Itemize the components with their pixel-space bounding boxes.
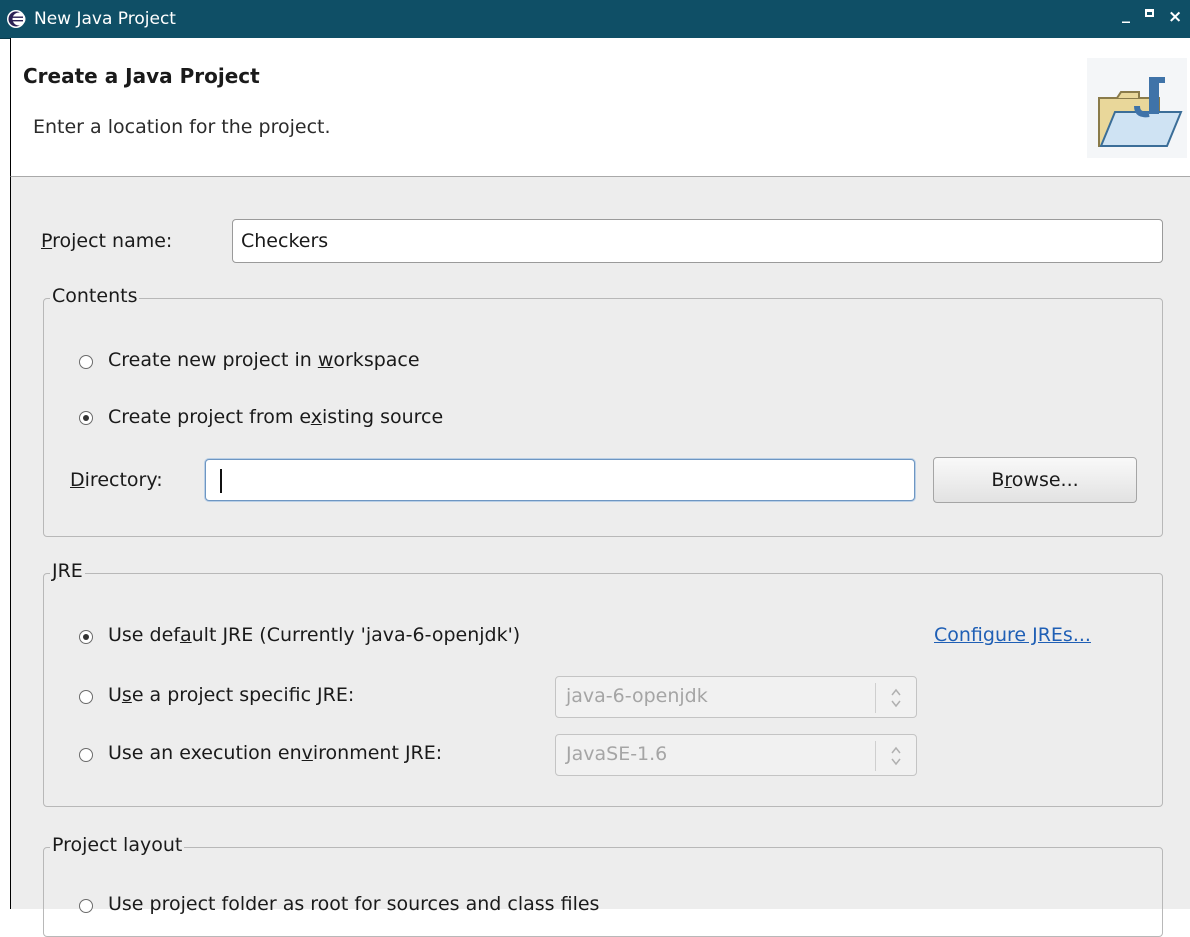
use-default-jre-radio[interactable] [79,630,93,644]
create-from-existing-source-radio[interactable] [79,411,93,425]
project-name-label: Project name: [41,230,173,252]
minimize-button[interactable]: _ [1122,4,1130,23]
wizard-header: Create a Java Project Enter a location f… [10,38,1190,177]
execution-environment-value: JavaSE-1.6 [566,743,668,765]
project-name-input[interactable] [232,219,1163,263]
combo-separator [875,683,876,713]
project-specific-jre-select[interactable]: java-6-openjdk [555,676,917,718]
maximize-button[interactable] [1145,9,1154,17]
browse-button[interactable]: Browse... [933,457,1137,503]
contents-group-legend: Contents [50,285,140,307]
combo-separator [875,741,876,771]
use-execution-environment-jre-label[interactable]: Use an execution environment JRE: [108,742,442,764]
up-down-arrows-icon [891,688,901,708]
close-button[interactable]: × [1168,7,1182,27]
project-specific-jre-value: java-6-openjdk [566,685,708,707]
directory-label: Directory: [70,469,163,491]
jre-group-legend: JRE [50,560,85,582]
use-project-specific-jre-label[interactable]: Use a project specific JRE: [108,684,354,706]
create-from-existing-source-label[interactable]: Create project from existing source [108,406,443,428]
eclipse-app-icon [7,10,26,28]
wizard-page-title: Create a Java Project [23,64,260,88]
create-in-workspace-radio[interactable] [79,355,93,369]
directory-input[interactable] [205,459,915,501]
window-title: New Java Project [34,9,176,29]
project-layout-group-legend: Project layout [50,834,185,856]
use-execution-environment-jre-radio[interactable] [79,748,93,762]
configure-jres-link[interactable]: Configure JREs... [934,624,1091,646]
use-default-jre-label[interactable]: Use default JRE (Currently 'java-6-openj… [108,624,520,646]
text-cursor [220,469,222,493]
execution-environment-select[interactable]: JavaSE-1.6 [555,734,917,776]
use-project-folder-as-root-label[interactable]: Use project folder as root for sources a… [108,893,599,915]
window-titlebar: New Java Project _ × [0,0,1190,39]
wizard-page-message: Enter a location for the project. [33,116,331,138]
project-layout-group: Project layout [43,834,1163,937]
create-in-workspace-label[interactable]: Create new project in workspace [108,349,420,371]
java-project-folder-icon [1087,58,1187,158]
up-down-arrows-icon [891,746,901,766]
use-project-folder-as-root-radio[interactable] [79,899,93,913]
use-project-specific-jre-radio[interactable] [79,690,93,704]
wizard-content: Project name: Contents Create new projec… [10,177,1190,937]
